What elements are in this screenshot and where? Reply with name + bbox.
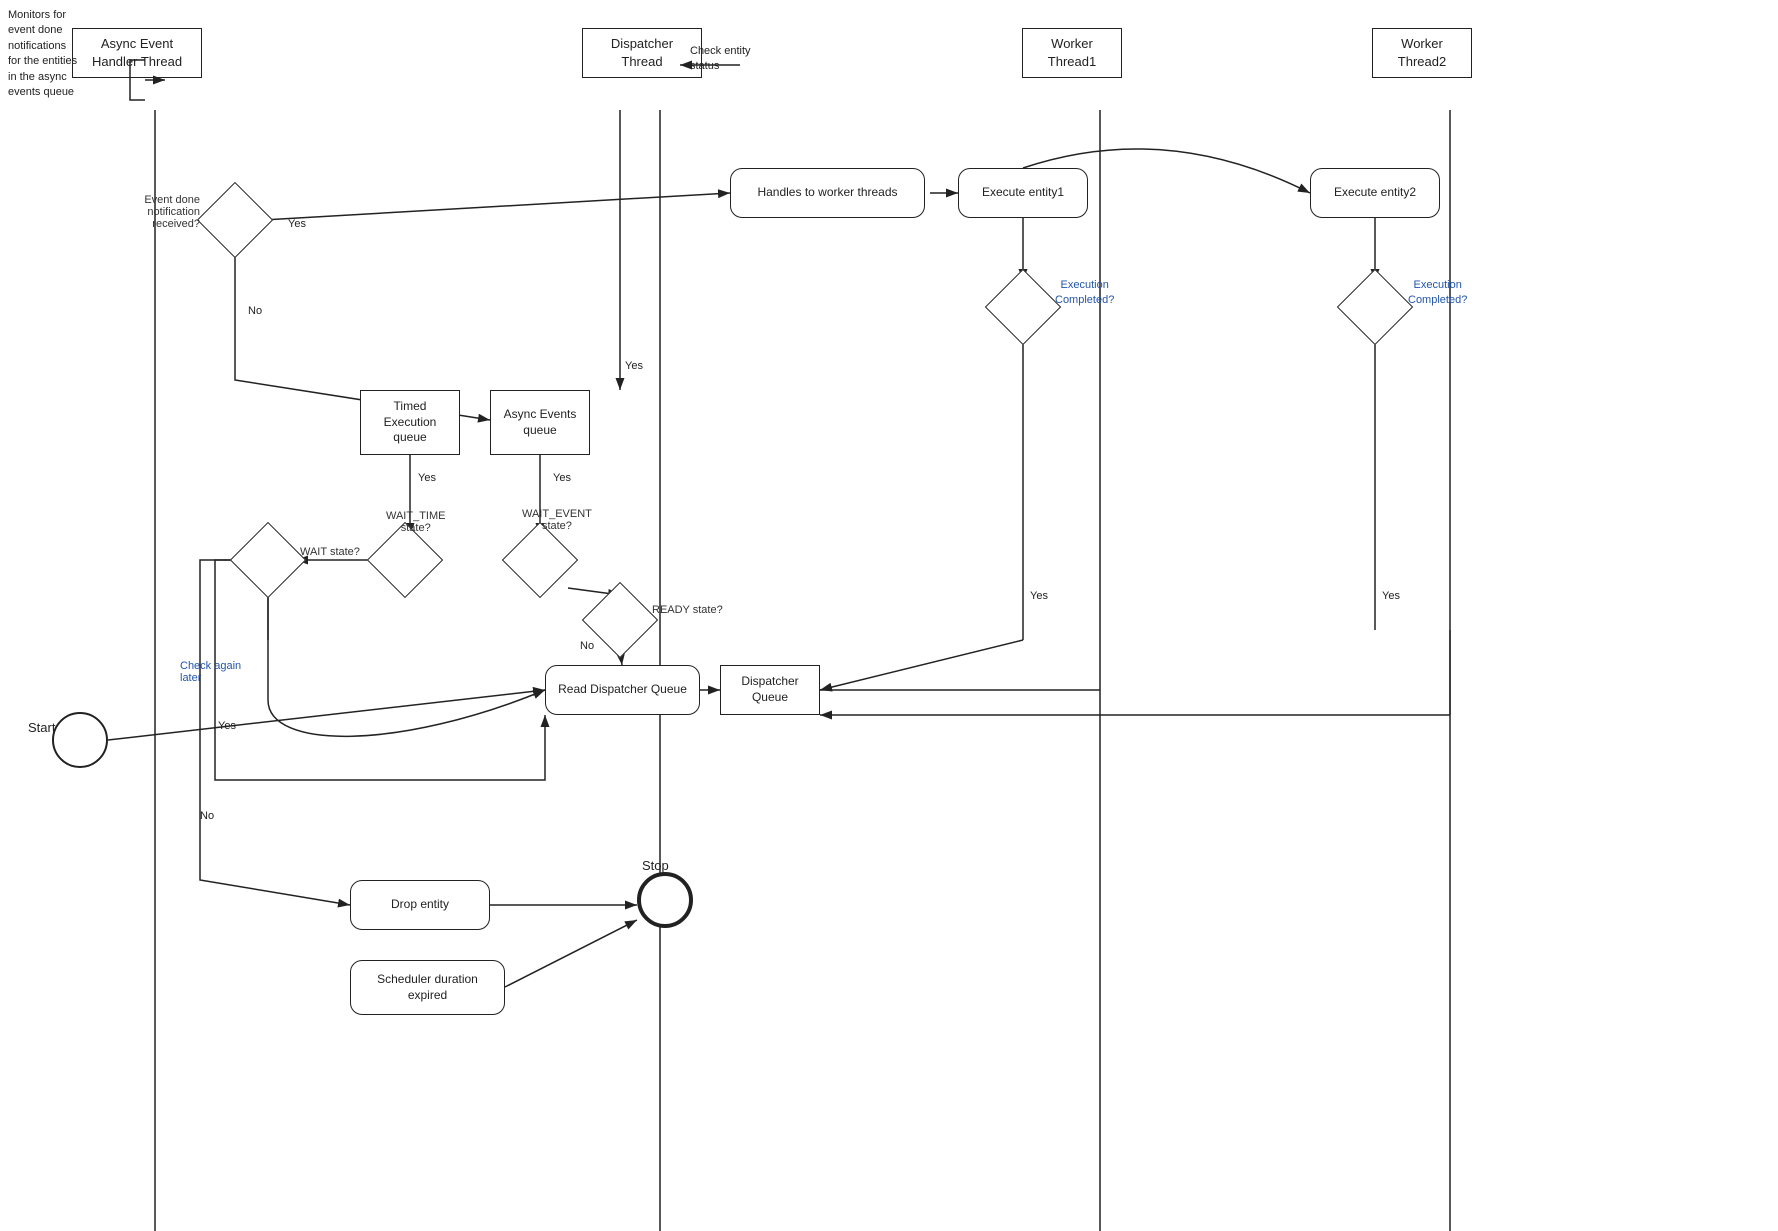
yes-label-1: Yes — [288, 218, 306, 230]
event-done-diamond-wrapper — [208, 193, 262, 247]
exec-complete2-diamond-wrapper — [1348, 280, 1402, 334]
no-label-1: No — [248, 305, 262, 317]
exec-complete1-diamond-wrapper — [996, 280, 1050, 334]
start-circle — [52, 712, 108, 768]
drop-entity-box: Drop entity — [350, 880, 490, 930]
ready-state-label: READY state? — [652, 604, 723, 616]
execute-entity2-box: Execute entity2 — [1310, 168, 1440, 218]
ready-state-diamond-wrapper — [593, 593, 647, 647]
exec-complete1-label: ExecutionCompleted? — [1055, 278, 1114, 309]
stop-label: Stop — [642, 858, 669, 873]
header-worker-thread1: WorkerThread1 — [1022, 28, 1122, 78]
handles-worker-threads-box: Handles to worker threads — [730, 168, 925, 218]
async-events-queue-box: Async Eventsqueue — [490, 390, 590, 455]
wait-state-label: WAIT state? — [300, 546, 360, 558]
timed-execution-queue-box: TimedExecutionqueue — [360, 390, 460, 455]
annotation-check-entity: Check entitystatus — [690, 44, 751, 75]
yes-label-async: Yes — [553, 472, 571, 484]
yes-label-timed: Yes — [418, 472, 436, 484]
check-again-label: Check againlater — [180, 660, 241, 684]
dispatcher-queue-box: DispatcherQueue — [720, 665, 820, 715]
scheduler-duration-box: Scheduler durationexpired — [350, 960, 505, 1015]
stop-circle — [637, 872, 693, 928]
yes-label-exec1: Yes — [1030, 590, 1048, 602]
event-done-label: Event donenotificationreceived? — [100, 194, 200, 230]
wait-state-diamond-wrapper — [241, 533, 295, 587]
no-label-wait: No — [200, 810, 214, 822]
annotation-monitors: Monitors forevent donenotificationsfor t… — [8, 8, 126, 100]
wait-event-diamond-wrapper — [513, 533, 567, 587]
read-dispatcher-queue-box: Read Dispatcher Queue — [545, 665, 700, 715]
wait-event-label: WAIT_EVENTstate? — [522, 508, 592, 532]
yes-label-2: Yes — [625, 360, 643, 372]
wait-time-label: WAIT_TIMEstate? — [386, 510, 445, 534]
no-label-ready: No — [580, 640, 594, 652]
header-worker-thread2: WorkerThread2 — [1372, 28, 1472, 78]
exec-complete2-label: ExecutionCompleted? — [1408, 278, 1467, 309]
start-label: Start — [28, 720, 55, 735]
execute-entity1-box: Execute entity1 — [958, 168, 1088, 218]
diagram-container: Async Event Handler Thread Dispatcher Th… — [0, 0, 1778, 1231]
yes-label-exec2: Yes — [1382, 590, 1400, 602]
wait-time-diamond-wrapper — [378, 533, 432, 587]
header-dispatcher-thread: Dispatcher Thread — [582, 28, 702, 78]
yes-label-wait: Yes — [218, 720, 236, 732]
